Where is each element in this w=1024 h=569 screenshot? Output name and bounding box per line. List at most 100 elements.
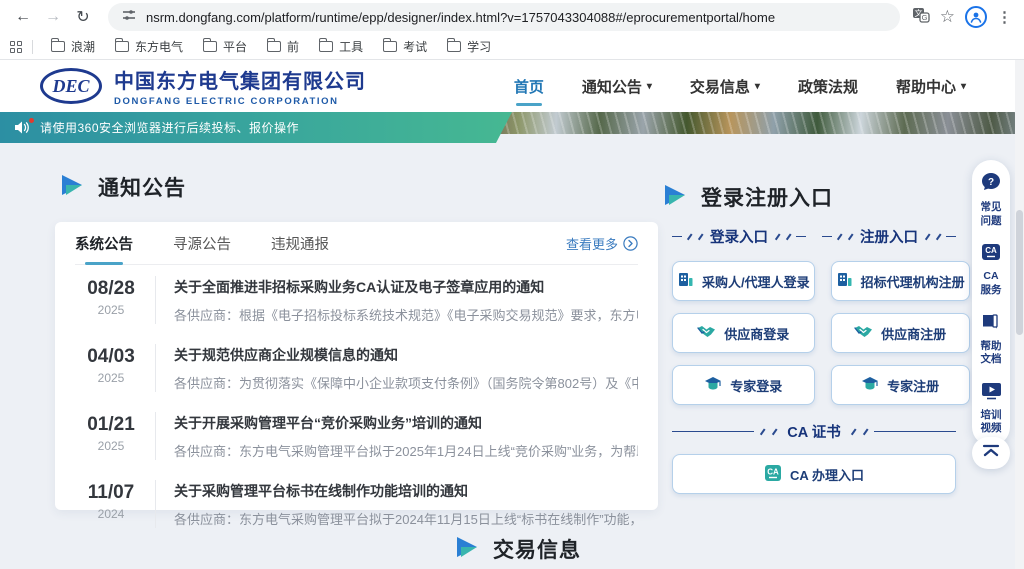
company-name-en: DONGFANG ELECTRIC CORPORATION — [114, 96, 366, 107]
ca-apply-button[interactable]: CA CA 办理入口 — [672, 454, 956, 494]
nav-item-trade-info[interactable]: 交易信息▾ — [690, 76, 760, 97]
supplier-login-button[interactable]: 供应商登录 — [672, 313, 815, 353]
announcement-title[interactable]: 关于采购管理平台标书在线制作功能培训的通知 — [174, 481, 638, 501]
announcement-desc: 各供应商：东方电气采购管理平台拟于2024年11月15日上线“标书在线制作”功能… — [174, 509, 638, 528]
announcement-title[interactable]: 关于开展采购管理平台“竞价采购业务”培训的通知 — [174, 413, 638, 433]
site-header: DEC 中国东方电气集团有限公司 DONGFANG ELECTRIC CORPO… — [0, 60, 1024, 112]
back-icon[interactable]: ← — [10, 4, 36, 30]
chevron-up-icon — [982, 444, 1000, 463]
announcement-year: 2025 — [81, 303, 141, 317]
profile-avatar-icon[interactable] — [965, 6, 987, 28]
tab-violation-reports[interactable]: 违规通报 — [271, 222, 329, 264]
building-icon — [677, 271, 694, 291]
chevron-right-circle-icon — [623, 236, 638, 251]
training-video-button[interactable]: 培训视频 — [978, 382, 1004, 436]
faq-button[interactable]: ? 常见问题 — [978, 172, 1004, 228]
trade-section-header: 交易信息 — [455, 534, 581, 564]
ca-badge-icon: CA — [764, 464, 782, 485]
company-name-cn: 中国东方电气集团有限公司 — [114, 65, 366, 94]
apps-grid-icon[interactable] — [10, 41, 22, 53]
handshake-icon — [854, 324, 873, 342]
login-section-header: 登录注册入口 — [663, 182, 833, 212]
announcement-date: 04/03 — [81, 346, 141, 368]
header-logo[interactable]: DEC 中国东方电气集团有限公司 DONGFANG ELECTRIC CORPO… — [40, 65, 366, 107]
bookmark-folder-platform[interactable]: 平台 — [195, 36, 255, 57]
site-settings-icon[interactable] — [122, 8, 136, 27]
expert-login-button[interactable]: 专家登录 — [672, 365, 815, 405]
announcement-row[interactable]: 08/28 2025 关于全面推进非招标采购业务CA认证及电子签章应用的通知 各… — [75, 265, 638, 333]
dec-logo-icon: DEC — [40, 68, 102, 104]
announcement-desc: 各供应商：为贯彻落实《保障中小企业款项支付条例》（国务院令第802号）及《中小企… — [174, 373, 638, 392]
graduation-cap-icon — [704, 376, 722, 394]
svg-text:G: G — [921, 13, 927, 22]
scrollbar-track[interactable] — [1015, 60, 1024, 569]
section-arrow-icon — [663, 184, 687, 211]
nav-item-help-center[interactable]: 帮助中心▾ — [896, 76, 966, 97]
announcement-year: 2025 — [81, 371, 141, 385]
folder-icon — [447, 41, 461, 52]
translate-icon[interactable]: 文G — [912, 7, 930, 28]
announcement-row[interactable]: 04/03 2025 关于规范供应商企业规模信息的通知 各供应商：为贯彻落实《保… — [75, 333, 638, 401]
bookmark-star-icon[interactable]: ☆ — [940, 7, 955, 27]
announcement-row[interactable]: 01/21 2025 关于开展采购管理平台“竞价采购业务”培训的通知 各供应商：… — [75, 401, 638, 469]
graduation-cap-icon — [861, 376, 879, 394]
banner-photo — [480, 112, 1024, 134]
chrome-menu-icon[interactable]: ⋮ — [997, 8, 1012, 26]
expert-register-button[interactable]: 专家注册 — [831, 365, 970, 405]
toolbar-actions: 文G ☆ ⋮ — [912, 6, 1014, 28]
folder-icon — [203, 41, 217, 52]
section-arrow-icon — [60, 174, 84, 201]
login-panel: 登录入口 注册入口 采购人/代理人登录 招标代理机构注册 供应商登录 供应商注册 — [672, 226, 956, 494]
svg-text:CA: CA — [985, 246, 997, 255]
browser-chrome: ← → ↻ nsrm.dongfang.com/platform/runtime… — [0, 0, 1024, 60]
announcement-title[interactable]: 关于全面推进非招标采购业务CA认证及电子签章应用的通知 — [174, 277, 638, 297]
bookmark-folder-exam[interactable]: 考试 — [375, 36, 435, 57]
view-more-link[interactable]: 查看更多 — [566, 234, 638, 253]
supplier-register-button[interactable]: 供应商注册 — [831, 313, 970, 353]
url-text: nsrm.dongfang.com/platform/runtime/epp/d… — [146, 10, 775, 25]
login-entry-header: 登录入口 — [672, 226, 806, 247]
chevron-down-icon: ▾ — [961, 81, 966, 92]
announcements-section-header: 通知公告 — [60, 172, 186, 202]
notice-band-text: 请使用360安全浏览器进行后续投标、报价操作 — [40, 119, 299, 136]
handshake-icon — [697, 324, 716, 342]
browser-notice-band: 请使用360安全浏览器进行后续投标、报价操作 — [0, 112, 512, 143]
scrollbar-thumb[interactable] — [1016, 210, 1023, 335]
speaker-icon — [14, 120, 32, 136]
forward-icon[interactable]: → — [40, 4, 66, 30]
svg-text:CA: CA — [767, 467, 779, 476]
ca-badge-icon: CA — [981, 243, 1001, 266]
book-icon — [981, 313, 1001, 336]
help-docs-button[interactable]: 帮助文档 — [978, 313, 1004, 367]
back-to-top-button[interactable] — [972, 437, 1010, 469]
announcement-date: 01/21 — [81, 414, 141, 436]
bookmark-folder-front[interactable]: 前 — [259, 36, 307, 57]
ca-cert-header: CA 证书 — [672, 421, 956, 442]
folder-icon — [51, 41, 65, 52]
bookmark-folder-study[interactable]: 学习 — [439, 36, 499, 57]
announcement-title[interactable]: 关于规范供应商企业规模信息的通知 — [174, 345, 638, 365]
bookmark-folder-tools[interactable]: 工具 — [311, 36, 371, 57]
announcement-desc: 各供应商：东方电气采购管理平台拟于2025年1月24日上线“竞价采购”业务，为帮… — [174, 441, 638, 460]
banner: 请使用360安全浏览器进行后续投标、报价操作 — [0, 112, 1024, 143]
announcement-desc: 各供应商：根据《电子招标投标系统技术规范》《电子采购交易规范》要求，东方电气采购… — [174, 305, 638, 324]
video-icon — [981, 382, 1002, 405]
bookmark-folder-dongfang[interactable]: 东方电气 — [107, 36, 191, 57]
chevron-down-icon: ▾ — [755, 81, 760, 92]
tab-system-announcements[interactable]: 系统公告 — [75, 222, 133, 264]
reload-icon[interactable]: ↻ — [70, 4, 96, 30]
announcement-date: 11/07 — [81, 482, 141, 504]
ca-service-button[interactable]: CA CA 服务 — [978, 243, 1004, 297]
address-bar[interactable]: nsrm.dongfang.com/platform/runtime/epp/d… — [108, 3, 900, 31]
folder-icon — [115, 41, 129, 52]
announcement-row[interactable]: 11/07 2024 关于采购管理平台标书在线制作功能培训的通知 各供应商：东方… — [75, 469, 638, 537]
purchaser-agent-login-button[interactable]: 采购人/代理人登录 — [672, 261, 815, 301]
bidding-agency-register-button[interactable]: 招标代理机构注册 — [831, 261, 970, 301]
bookmark-folder-langchao[interactable]: 浪潮 — [43, 36, 103, 57]
floating-toolbar: ? 常见问题 CA CA 服务 帮助文档 培训视频 — [972, 160, 1010, 446]
nav-item-announcements[interactable]: 通知公告▾ — [582, 76, 652, 97]
nav-item-home[interactable]: 首页 — [514, 76, 544, 97]
tab-sourcing-announcements[interactable]: 寻源公告 — [173, 222, 231, 264]
nav-item-policies[interactable]: 政策法规 — [798, 76, 858, 97]
announcement-date: 08/28 — [81, 278, 141, 300]
